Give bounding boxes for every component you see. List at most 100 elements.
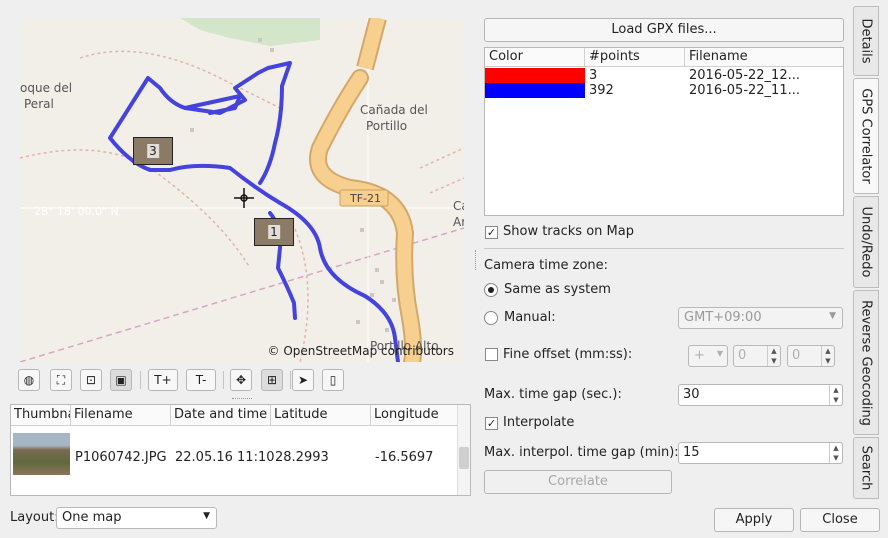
- show-tracks-label[interactable]: Show tracks on Map: [503, 224, 634, 239]
- close-button[interactable]: Close: [800, 508, 880, 532]
- fine-offset-seconds[interactable]: 0 ▲ ▼: [787, 345, 835, 367]
- zoom-fit-icon[interactable]: ⛶: [50, 369, 72, 391]
- cell-datetime[interactable]: 22.05.16 11:10: [175, 450, 275, 465]
- globe-icon[interactable]: ◍: [18, 369, 40, 391]
- bookmark-icon[interactable]: ▯: [322, 369, 344, 391]
- road-label: TF-21: [350, 192, 382, 205]
- layout-label: Layout:: [10, 510, 59, 525]
- forest-area: [180, 18, 320, 46]
- marker-number: 3: [147, 144, 159, 158]
- max-interp-gap-label: Max. interpol. time gap (min):: [484, 445, 679, 460]
- fine-offset-seconds-value: 0: [792, 348, 801, 363]
- gps-track: [108, 61, 400, 362]
- photo-marker[interactable]: 1: [254, 218, 294, 246]
- track-color-swatch: [485, 68, 585, 83]
- chevron-down-icon: ▼: [203, 511, 210, 521]
- cell-filename[interactable]: P1060742.JPG: [75, 450, 167, 465]
- toolbar-separator: [140, 371, 141, 389]
- same-as-system-label[interactable]: Same as system: [504, 282, 611, 297]
- max-time-gap-input[interactable]: 30 ▲ ▼: [678, 384, 843, 406]
- vertical-scrollbar[interactable]: [457, 405, 470, 495]
- max-time-gap-label: Max. time gap (sec.):: [484, 387, 622, 402]
- map-canvas[interactable]: [20, 18, 464, 362]
- fine-offset-sign-select[interactable]: + ▼: [688, 345, 728, 367]
- tab-reverse-geocoding[interactable]: Reverse Geocoding: [853, 290, 879, 435]
- column-header[interactable]: Filename: [685, 48, 843, 67]
- splitter-handle[interactable]: [475, 250, 477, 270]
- crosshair-icon: [234, 188, 254, 208]
- splitter-handle[interactable]: [232, 398, 252, 400]
- photo-marker[interactable]: 3: [133, 137, 173, 165]
- gpx-track-table[interactable]: Color #points Filename 3 2016-05-22_12..…: [484, 47, 844, 216]
- scrollbar-thumb[interactable]: [459, 447, 469, 469]
- track-row[interactable]: 3 2016-05-22_12...: [485, 68, 843, 83]
- spinner-arrows-icon[interactable]: ▲ ▼: [767, 346, 780, 366]
- layout-select[interactable]: One map ▼: [56, 507, 217, 529]
- thumbnail-icon[interactable]: ▣: [110, 369, 132, 391]
- chevron-down-icon: ▼: [829, 311, 836, 321]
- interpolate-label[interactable]: Interpolate: [503, 415, 574, 430]
- zoom-selection-icon[interactable]: ⊡: [80, 369, 102, 391]
- toolbar-separator: [290, 371, 291, 389]
- spinner-arrows-icon[interactable]: ▲ ▼: [829, 443, 842, 463]
- image-list[interactable]: Thumbnail Filename Date and time ▼ Latit…: [10, 404, 471, 496]
- fine-offset-sign: +: [694, 348, 705, 363]
- toolbar-separator: [223, 371, 224, 389]
- column-header[interactable]: Latitude: [271, 405, 371, 426]
- spinner-arrows-icon[interactable]: ▲ ▼: [829, 385, 842, 405]
- image-thumbnail[interactable]: [13, 433, 70, 475]
- column-header[interactable]: Longitude: [371, 405, 458, 426]
- column-header[interactable]: #points: [585, 48, 685, 67]
- track-filename: 2016-05-22_11...: [689, 83, 800, 98]
- select-area-icon[interactable]: ⊞: [261, 369, 283, 391]
- map-view[interactable]: oque del Peral Cañada del Portillo TF-21…: [20, 18, 464, 362]
- column-header[interactable]: Filename: [71, 405, 171, 426]
- cell-longitude[interactable]: -16.5697: [375, 450, 433, 465]
- fine-offset-minutes[interactable]: 0 ▲ ▼: [733, 345, 781, 367]
- track-color-swatch: [485, 83, 585, 98]
- tab-details[interactable]: Details: [853, 6, 879, 76]
- load-gpx-button[interactable]: Load GPX files...: [484, 18, 844, 42]
- fine-offset-minutes-value: 0: [738, 348, 747, 363]
- spinner-arrows-icon[interactable]: ▲ ▼: [821, 346, 834, 366]
- column-header-sorted[interactable]: Date and time ▼: [171, 405, 271, 426]
- fine-offset-checkbox[interactable]: [485, 348, 498, 361]
- column-header[interactable]: Color: [485, 48, 585, 67]
- cursor-icon[interactable]: ➤: [292, 369, 314, 391]
- track-points: 3: [589, 68, 598, 83]
- place-label: oque del: [20, 81, 73, 95]
- layout-value: One map: [62, 510, 122, 525]
- manual-timezone-select[interactable]: GMT+09:00 ▼: [678, 307, 843, 329]
- tab-undo-redo[interactable]: Undo/Redo: [853, 196, 879, 288]
- decrease-thumbnail-button[interactable]: T-: [186, 369, 216, 391]
- place-label: Cañada del: [360, 103, 428, 117]
- track-filename: 2016-05-22_12...: [689, 68, 800, 83]
- pan-icon[interactable]: ✥: [230, 369, 252, 391]
- place-label: Portillo: [366, 119, 408, 133]
- marker-number: 1: [268, 225, 280, 239]
- same-as-system-radio[interactable]: [484, 283, 498, 297]
- manual-timezone-value: GMT+09:00: [684, 310, 762, 325]
- apply-button[interactable]: Apply: [714, 508, 794, 532]
- max-interp-gap-value: 15: [683, 445, 700, 460]
- fine-offset-label[interactable]: Fine offset (mm:ss):: [503, 347, 632, 362]
- terrain-path: [419, 147, 464, 194]
- column-header[interactable]: Thumbnail: [11, 405, 71, 426]
- interpolate-checkbox[interactable]: ✓: [485, 417, 498, 430]
- increase-thumbnail-button[interactable]: T+: [148, 369, 178, 391]
- tab-gps-correlator[interactable]: GPS Correlator: [853, 78, 879, 194]
- manual-timezone-radio[interactable]: [484, 311, 498, 325]
- map-attribution: © OpenStreetMap contributors: [267, 344, 454, 358]
- track-row[interactable]: 392 2016-05-22_11...: [485, 83, 843, 98]
- cell-latitude[interactable]: 28.2993: [275, 450, 329, 465]
- place-label: Ca: [453, 199, 464, 213]
- tab-search[interactable]: Search: [853, 437, 879, 499]
- track-points: 392: [589, 83, 614, 98]
- coordinate-label: 28° 18' 00,0" N: [34, 205, 119, 218]
- divider: [484, 248, 844, 249]
- show-tracks-checkbox[interactable]: ✓: [485, 226, 498, 239]
- correlate-button[interactable]: Correlate: [484, 470, 672, 494]
- manual-timezone-label[interactable]: Manual:: [504, 310, 556, 325]
- max-interp-gap-input[interactable]: 15 ▲ ▼: [678, 442, 843, 464]
- chevron-down-icon: ▼: [716, 349, 723, 358]
